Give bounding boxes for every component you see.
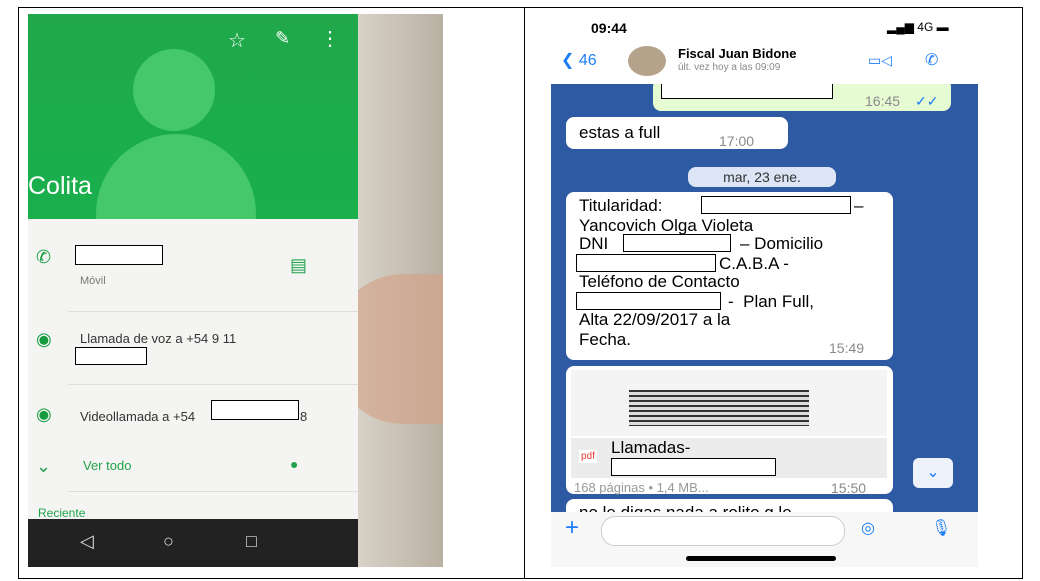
line: Teléfono de Contacto <box>579 272 740 291</box>
recent-section-title: Reciente <box>38 506 86 520</box>
more-vert-icon[interactable]: ⋮ <box>320 26 340 51</box>
incoming-message-titularidad[interactable]: Titularidad: – Yancovich Olga Violeta DN… <box>566 192 893 360</box>
message-time: 15:49 <box>829 340 865 356</box>
incoming-message-partial[interactable]: no le digas nada a rolito q le <box>566 499 893 512</box>
back-count: 46 <box>578 52 597 69</box>
contact-actions: ✆ Móvil ▤ ◉ Llamada de voz a +54 9 11 ◉ … <box>28 219 358 520</box>
document-title: Llamadas- <box>611 438 691 457</box>
avatar-head <box>133 49 215 131</box>
redacted-text <box>623 234 731 252</box>
chat-body[interactable]: 16:45 ✓✓ estas a full 17:00 mar, 23 ene.… <box>551 84 978 512</box>
microphone-icon[interactable]: 🎙 <box>931 518 951 538</box>
message-time: 16:45 <box>865 93 901 109</box>
redacted-text <box>576 292 721 310</box>
contact-header: ☆ ✎ ⋮ Colita <box>28 14 358 244</box>
chat-header: ❮ 46 Fiscal Juan Bidone últ. vez hoy a l… <box>551 42 978 85</box>
pencil-icon[interactable]: ✎ <box>275 28 290 49</box>
network-type: 4G <box>917 20 934 34</box>
status-bar: 09:44 ▂▄▆ 4G ▬ <box>551 14 978 42</box>
phone-type: Móvil <box>80 275 106 287</box>
line: Titularidad: <box>579 196 663 215</box>
signal-network: ▂▄▆ 4G ▬ <box>887 20 949 34</box>
home-indicator <box>686 556 836 561</box>
message-input[interactable] <box>601 516 845 546</box>
redacted-text <box>576 254 716 272</box>
redacted-number <box>75 245 163 265</box>
separator <box>68 311 358 312</box>
chat-screenshot: 09:44 ▂▄▆ 4G ▬ ❮ 46 Fiscal Juan Bidone ú… <box>551 14 978 567</box>
message-text: estas a full <box>579 123 661 142</box>
date-chip: mar, 23 ene. <box>688 167 836 187</box>
video-call-label: Videollamada a +54 <box>80 409 196 424</box>
pdf-icon: pdf <box>579 450 597 463</box>
scroll-down-button[interactable]: ⌄ <box>913 458 953 488</box>
dash: – <box>854 196 864 215</box>
phone-call-icon[interactable]: ✆ <box>925 50 938 70</box>
outgoing-message[interactable]: 16:45 ✓✓ <box>653 84 951 111</box>
home-icon[interactable]: ○ <box>163 531 174 552</box>
status-time: 09:44 <box>591 20 627 36</box>
redacted-number <box>75 347 147 365</box>
see-all-label: Ver todo <box>83 458 132 473</box>
whatsapp-icon: ◉ <box>36 404 52 424</box>
whatsapp-icon: ◉ <box>36 329 52 349</box>
panel-divider <box>524 7 525 579</box>
separator <box>68 491 358 492</box>
camera-icon[interactable]: ◎ <box>861 518 875 538</box>
voice-call-label: Llamada de voz a +54 9 11 <box>80 331 237 346</box>
chevron-down-icon: ⌄ <box>36 456 52 476</box>
redacted-text <box>701 196 851 214</box>
line: – Domicilio <box>740 234 824 253</box>
redacted-number <box>211 400 299 420</box>
line: Alta 22/09/2017 a la <box>579 310 731 329</box>
read-check-icon: ✓✓ <box>915 93 939 109</box>
message-time: 15:50 <box>831 480 867 496</box>
document-preview <box>571 370 887 436</box>
document-table-thumbnail <box>629 390 809 426</box>
android-nav-bar: ◁ ○ □ <box>28 519 358 567</box>
recents-icon[interactable]: □ <box>246 531 257 552</box>
line: Yancovich Olga Violeta <box>579 216 754 235</box>
line: C.A.B.A - <box>719 254 789 273</box>
plus-icon[interactable]: + <box>565 514 579 542</box>
message-icon[interactable]: ▤ <box>290 255 307 276</box>
line: Fecha. <box>579 330 631 349</box>
phone-photo: ☆ ✎ ⋮ Colita ✆ Móvil ▤ ◉ Llamada de voz … <box>28 14 443 567</box>
chat-contact-name[interactable]: Fiscal Juan Bidone <box>678 46 796 61</box>
separator <box>68 384 358 385</box>
document-meta: 168 páginas • 1,4 MB... <box>574 480 709 495</box>
whatsapp-icon: ● <box>290 456 299 472</box>
phone-icon: ✆ <box>36 247 52 267</box>
video-call-icon[interactable]: ▭◁ <box>868 52 892 69</box>
message-time: 17:00 <box>719 133 755 149</box>
redacted-text <box>661 84 833 99</box>
star-icon[interactable]: ☆ <box>228 28 246 53</box>
document-file-row[interactable]: pdf Llamadas- <box>571 438 887 478</box>
video-call-suffix: 8 <box>300 409 308 424</box>
line: DNI <box>579 234 609 253</box>
last-seen: últ. vez hoy a las 09:09 <box>678 62 781 73</box>
line: - Plan Full, <box>728 292 814 311</box>
incoming-document-message[interactable]: pdf Llamadas- 168 páginas • 1,4 MB... 15… <box>566 366 893 496</box>
contact-avatar[interactable] <box>628 46 666 76</box>
message-text: no le digas nada a rolito q le <box>579 503 792 512</box>
back-icon[interactable]: ◁ <box>80 531 94 552</box>
contact-name: Colita <box>28 172 92 200</box>
redacted-text <box>611 458 776 476</box>
incoming-message[interactable]: estas a full 17:00 <box>566 117 788 149</box>
back-button[interactable]: ❮ 46 <box>561 50 597 70</box>
input-bar: + ◎ 🎙 <box>551 512 978 567</box>
